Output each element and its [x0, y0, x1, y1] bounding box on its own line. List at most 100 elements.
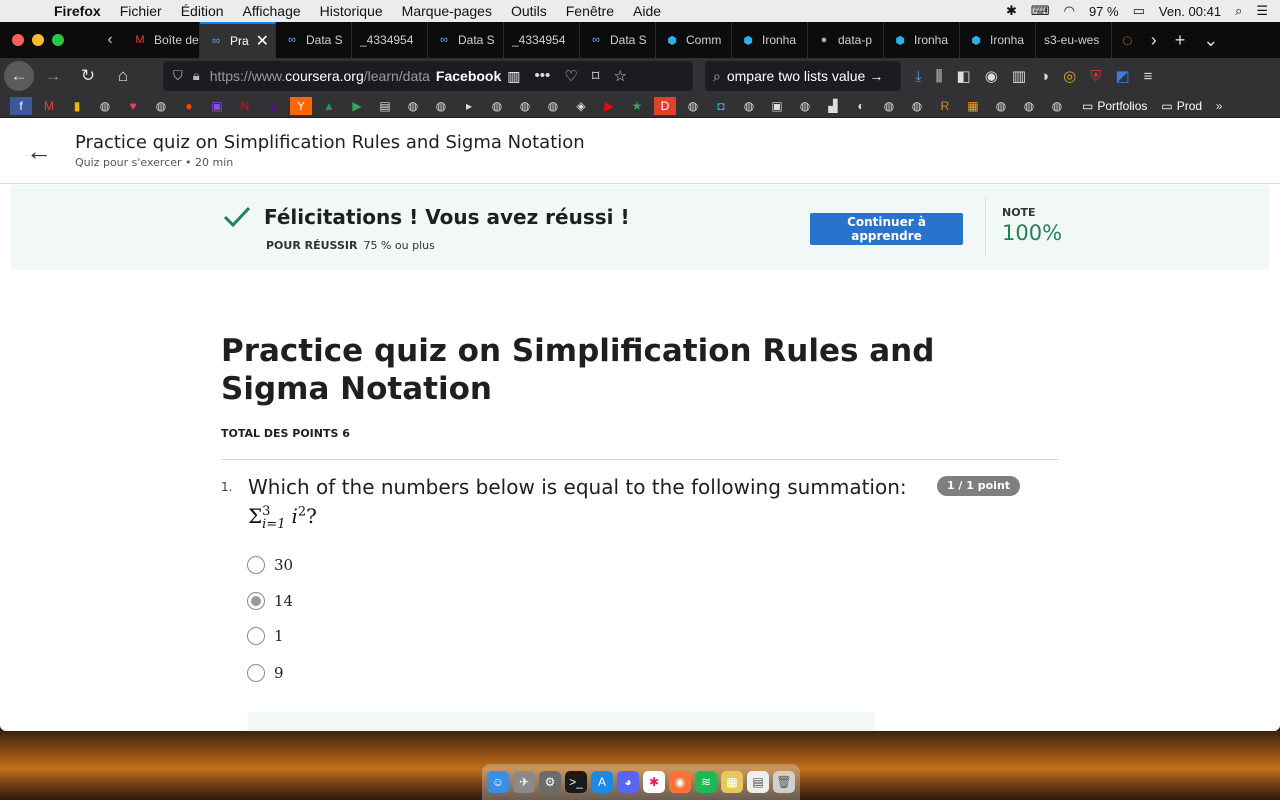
bookmark-star-icon[interactable]: ☆	[613, 67, 626, 85]
star-bookmark-icon[interactable]: ★	[626, 97, 648, 115]
globe-icon[interactable]: ◍	[738, 97, 760, 115]
documents-icon[interactable]: ▤	[747, 771, 769, 793]
bookmark-misc-icon[interactable]: ◈	[570, 97, 592, 115]
menu-historique[interactable]: Historique	[320, 3, 383, 19]
menu-outils[interactable]: Outils	[511, 3, 547, 19]
minimize-window-button[interactable]	[32, 34, 44, 46]
extension-owl-icon[interactable]: ◎	[1063, 67, 1076, 85]
page-actions-icon[interactable]: •••	[535, 67, 551, 85]
facebook-bookmark-icon[interactable]: f	[10, 96, 32, 115]
app-menu-icon[interactable]: ≡	[1144, 68, 1153, 85]
answer-option[interactable]: 30	[247, 556, 293, 574]
reload-icon[interactable]: ↻	[72, 60, 104, 92]
globe-icon[interactable]: ◍	[794, 97, 816, 115]
radio-button[interactable]	[247, 556, 265, 574]
tab-community[interactable]: ⬢ Comm	[656, 22, 732, 58]
wifi-icon[interactable]: ◠	[1064, 3, 1075, 19]
hackernews-bookmark-icon[interactable]: Y	[290, 96, 312, 115]
keyboard-icon[interactable]: ⌨	[1031, 3, 1050, 19]
extension-grid-icon[interactable]: ▥	[1012, 67, 1026, 85]
sidebar-icon[interactable]: ◧	[957, 67, 971, 85]
menu-affichage[interactable]: Affichage	[243, 3, 301, 19]
play-bookmark-icon[interactable]: ▶	[346, 97, 368, 115]
globe-icon[interactable]: ◍	[486, 97, 508, 115]
twitch-bookmark-icon[interactable]: ▣	[206, 97, 228, 115]
bluetooth-icon[interactable]: ✱	[1006, 3, 1017, 19]
home-icon[interactable]: ⌂	[107, 60, 139, 92]
spotify-icon[interactable]: ≋	[695, 771, 717, 793]
globe-icon[interactable]: ◍	[94, 97, 116, 115]
globe-icon[interactable]: ◍	[990, 97, 1012, 115]
terminal-icon[interactable]: >_	[565, 771, 587, 793]
fullscreen-window-button[interactable]	[52, 34, 64, 46]
radio-button[interactable]	[247, 627, 265, 645]
facebook-container-label[interactable]: Facebook	[436, 68, 501, 84]
globe-icon[interactable]: ◍	[150, 97, 172, 115]
lock-icon[interactable]: 🔒︎	[193, 68, 200, 84]
facebook-container-icon[interactable]: ▥	[507, 68, 520, 85]
menu-aide[interactable]: Aide	[633, 3, 661, 19]
back-icon[interactable]: ←	[4, 61, 34, 91]
tab-gmail[interactable]: M Boîte de	[124, 22, 200, 58]
globe-icon[interactable]: ◍	[514, 97, 536, 115]
forward-icon[interactable]: →	[37, 60, 69, 92]
bookmarks-overflow-icon[interactable]: »	[1208, 97, 1230, 115]
keep-bookmark-icon[interactable]: ▮	[66, 97, 88, 115]
globe-icon[interactable]: ◍	[542, 97, 564, 115]
globe-icon[interactable]: ◍	[430, 97, 452, 115]
extension-blue-icon[interactable]: ◩	[1115, 67, 1129, 85]
drive-bookmark-icon[interactable]: ▲	[318, 97, 340, 115]
tab-data-science-1[interactable]: ∞ Data S	[276, 22, 352, 58]
d-bookmark-icon[interactable]: D	[654, 96, 676, 115]
tab-scroll-left-icon[interactable]: ‹	[96, 31, 124, 49]
preview-icon[interactable]: ▦	[721, 771, 743, 793]
control-center-icon[interactable]: ☰	[1256, 3, 1268, 19]
bookmark-frame-icon[interactable]: ▣	[766, 97, 788, 115]
url-bar[interactable]: ⛉ 🔒︎ https://www. coursera.org/learn/data…	[163, 61, 693, 91]
play-triangle-icon[interactable]: ▸	[458, 97, 480, 115]
bookmark-doc-icon[interactable]: ▤	[374, 97, 396, 115]
bookmark-orange-icon[interactable]: ▦	[962, 97, 984, 115]
slack-icon[interactable]: ✱	[643, 771, 665, 793]
finder-icon[interactable]: ☺	[487, 771, 509, 793]
search-input[interactable]: ompare two lists value	[727, 68, 866, 84]
tab-file-1[interactable]: _4334954	[352, 22, 428, 58]
radio-button-selected[interactable]	[247, 592, 265, 610]
launchpad-icon[interactable]: ✈	[513, 771, 535, 793]
tab-ironhack-2[interactable]: ⬢ Ironha	[884, 22, 960, 58]
pocket-icon[interactable]: ♡	[564, 67, 577, 85]
menu-marque-pages[interactable]: Marque-pages	[402, 3, 492, 19]
clock[interactable]: Ven. 00:41	[1159, 4, 1221, 19]
continue-learning-button[interactable]: Continuer à apprendre	[810, 213, 963, 245]
tab-s3[interactable]: s3-eu-wes	[1036, 22, 1112, 58]
globe-icon[interactable]: ◍	[878, 97, 900, 115]
system-preferences-icon[interactable]: ⚙	[539, 771, 561, 793]
steam-bookmark-icon[interactable]: ◐	[850, 97, 872, 115]
globe-icon[interactable]: ◍	[1018, 97, 1040, 115]
trash-icon[interactable]: 🗑︎	[773, 771, 795, 793]
tab-data-science-2[interactable]: ∞ Data S	[428, 22, 504, 58]
downloads-icon[interactable]: ⤓	[915, 68, 922, 85]
firefox-icon[interactable]: ◉	[669, 771, 691, 793]
extension-toggle-icon[interactable]: ◑	[1040, 68, 1049, 85]
gmail-bookmark-icon[interactable]: M	[38, 97, 60, 115]
youtube-bookmark-icon[interactable]: ▶	[598, 97, 620, 115]
app-store-icon[interactable]: A	[591, 771, 613, 793]
tag-icon[interactable]: ⌑	[592, 67, 600, 85]
discord-icon[interactable]: ◕	[617, 771, 639, 793]
account-icon[interactable]: ◉	[985, 67, 998, 85]
reddit-bookmark-icon[interactable]: ●	[178, 97, 200, 115]
answer-option[interactable]: 1	[247, 627, 284, 645]
tab-file-2[interactable]: _4334954	[504, 22, 580, 58]
search-go-icon[interactable]: →	[869, 68, 883, 84]
radio-button[interactable]	[247, 664, 265, 682]
globe-icon[interactable]: ◍	[682, 97, 704, 115]
r-bookmark-icon[interactable]: R	[934, 97, 956, 115]
globe-icon[interactable]: ◍	[402, 97, 424, 115]
tab-scroll-right-icon[interactable]: ›	[1151, 30, 1157, 51]
netflix-bookmark-icon[interactable]: N	[234, 97, 256, 115]
menu-fichier[interactable]: Fichier	[120, 3, 162, 19]
back-arrow-icon[interactable]: ←	[26, 136, 52, 167]
tab-practice-quiz[interactable]: ∞ Pra ✕	[200, 22, 276, 58]
pocket-bookmark-icon[interactable]: ♥	[122, 97, 144, 115]
